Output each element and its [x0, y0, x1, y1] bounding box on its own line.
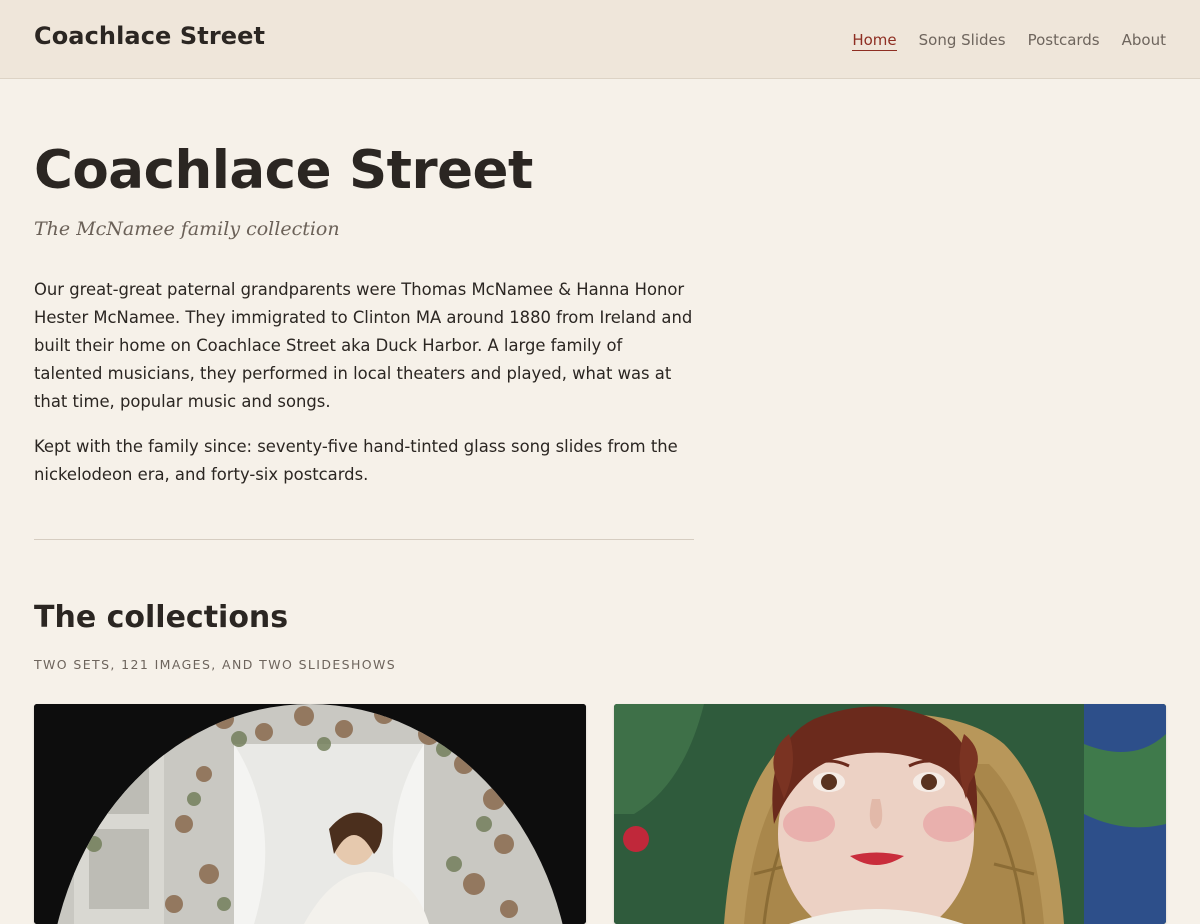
postcards-card[interactable]	[614, 704, 1166, 924]
section-divider	[34, 539, 694, 540]
page-title: Coachlace Street	[34, 140, 533, 201]
postcard-image	[614, 704, 1166, 924]
intro-paragraph: Kept with the family since: seventy-five…	[34, 437, 678, 484]
intro-paragraph: Our great-great paternal grandparents we…	[34, 280, 693, 411]
song-slides-card[interactable]	[34, 704, 586, 924]
main-nav: Home Song Slides Postcards About	[852, 31, 1166, 51]
nav-home[interactable]: Home	[852, 31, 897, 51]
collection-cards	[34, 704, 1166, 924]
site-header: Coachlace Street Home Song Slides Postca…	[0, 0, 1200, 79]
collections-heading: The collections	[34, 600, 289, 635]
intro-text: Our great-great paternal grandparents we…	[34, 276, 694, 506]
song-slide-image	[34, 704, 586, 924]
page-subtitle: The McNamee family collection	[34, 218, 340, 240]
nav-postcards[interactable]: Postcards	[1028, 31, 1100, 51]
nav-song-slides[interactable]: Song Slides	[919, 31, 1006, 51]
nav-about[interactable]: About	[1122, 31, 1166, 51]
collections-meta: Two sets, 121 images, and two slideshows	[34, 657, 397, 672]
site-title-link[interactable]: Coachlace Street	[34, 22, 265, 50]
